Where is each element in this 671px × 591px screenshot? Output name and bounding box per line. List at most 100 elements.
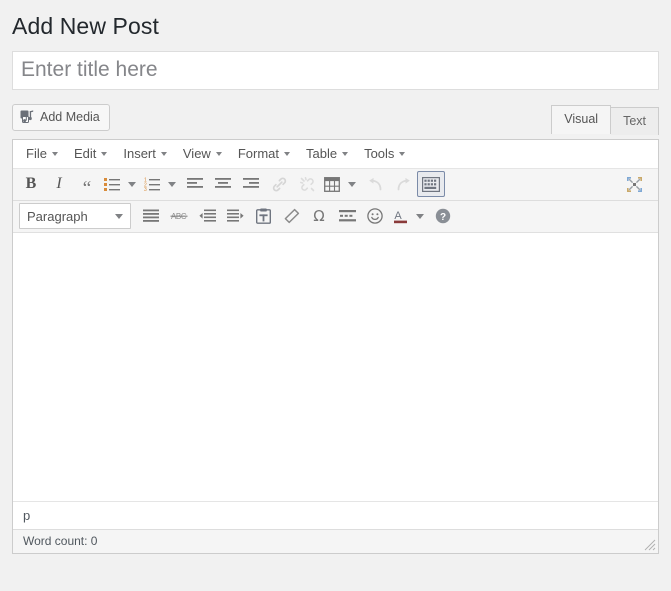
horizontal-rule-icon	[339, 209, 356, 223]
chevron-down-icon	[416, 214, 424, 219]
align-right-button[interactable]	[237, 171, 265, 197]
svg-text:?: ?	[440, 212, 446, 223]
text-color-dropdown[interactable]	[411, 203, 429, 229]
add-new-post-page: Add New Post Add Media	[0, 0, 671, 591]
horizontal-rule-button[interactable]	[333, 203, 361, 229]
text-color-icon: A	[393, 208, 408, 224]
chevron-down-icon	[101, 152, 107, 156]
chevron-down-icon	[348, 182, 356, 187]
blockquote-icon: “	[83, 183, 91, 194]
table-button[interactable]	[321, 171, 343, 197]
menu-insert[interactable]: Insert	[115, 144, 175, 163]
chevron-down-icon	[115, 214, 123, 219]
menu-insert-label: Insert	[123, 147, 156, 160]
italic-button[interactable]: I	[45, 171, 73, 197]
menu-edit[interactable]: Edit	[66, 144, 115, 163]
element-path-value[interactable]: p	[23, 508, 30, 523]
add-media-label: Add Media	[40, 111, 100, 124]
help-button[interactable]: ?	[429, 203, 457, 229]
fullscreen-button[interactable]	[620, 171, 648, 197]
tab-text-label: Text	[623, 114, 646, 128]
tab-text[interactable]: Text	[611, 107, 659, 135]
chevron-down-icon	[342, 152, 348, 156]
tab-visual[interactable]: Visual	[551, 105, 611, 134]
table-icon	[324, 177, 340, 192]
clear-formatting-icon	[283, 208, 300, 224]
link-icon	[271, 176, 288, 193]
justify-icon	[143, 209, 159, 223]
numbered-list-button[interactable]: 1 2 3	[141, 171, 163, 197]
bold-button[interactable]: B	[17, 171, 45, 197]
editor-status-bar: Word count: 0	[13, 529, 658, 553]
emoji-icon	[367, 208, 383, 224]
paste-as-text-icon	[256, 208, 271, 224]
help-icon: ?	[435, 208, 451, 224]
menu-table[interactable]: Table	[298, 144, 356, 163]
bullet-list-button[interactable]	[101, 171, 123, 197]
menu-tools-label: Tools	[364, 147, 394, 160]
editor-toolbar-row-1: B I “	[13, 169, 658, 201]
special-character-button[interactable]: Ω	[305, 203, 333, 229]
menu-view-label: View	[183, 147, 211, 160]
toolbar-toggle-button[interactable]	[417, 171, 445, 197]
align-center-button[interactable]	[209, 171, 237, 197]
align-center-icon	[215, 177, 231, 191]
indent-button[interactable]	[221, 203, 249, 229]
outdent-button[interactable]	[193, 203, 221, 229]
menu-view[interactable]: View	[175, 144, 230, 163]
tinymce-editor-container: File Edit Insert View Format	[12, 139, 659, 554]
bullet-list-dropdown[interactable]	[123, 171, 141, 197]
menu-format-label: Format	[238, 147, 279, 160]
menu-edit-label: Edit	[74, 147, 96, 160]
align-right-icon	[243, 177, 259, 191]
chevron-down-icon	[161, 152, 167, 156]
align-left-icon	[187, 177, 203, 191]
editor-top-bar: Add Media Visual Text	[12, 104, 659, 139]
numbered-list-dropdown[interactable]	[163, 171, 181, 197]
undo-button[interactable]	[361, 171, 389, 197]
bullet-list-icon	[104, 177, 120, 191]
clear-formatting-button[interactable]	[277, 203, 305, 229]
chevron-down-icon	[399, 152, 405, 156]
paragraph-format-label: Paragraph	[27, 209, 88, 224]
justify-button[interactable]	[137, 203, 165, 229]
svg-text:A: A	[394, 211, 402, 223]
table-dropdown[interactable]	[343, 171, 361, 197]
add-media-icon	[20, 110, 35, 125]
blockquote-button[interactable]: “	[73, 171, 101, 197]
word-count-label: Word count: 0	[23, 534, 97, 548]
editor-toolbar-row-2: Paragraph	[13, 201, 658, 233]
text-color-button[interactable]: A	[389, 203, 411, 229]
special-character-icon: Ω	[313, 209, 324, 224]
menu-table-label: Table	[306, 147, 337, 160]
strikethrough-button[interactable]: ABC	[165, 203, 193, 229]
menu-format[interactable]: Format	[230, 144, 298, 163]
remove-link-button[interactable]	[293, 171, 321, 197]
align-left-button[interactable]	[181, 171, 209, 197]
redo-button[interactable]	[389, 171, 417, 197]
insert-link-button[interactable]	[265, 171, 293, 197]
menu-file[interactable]: File	[18, 144, 66, 163]
editor-wrapper: Add Media Visual Text File Edit	[12, 104, 659, 554]
svg-text:3: 3	[144, 188, 147, 192]
paragraph-format-select[interactable]: Paragraph	[19, 203, 131, 229]
resize-grip-icon[interactable]	[641, 536, 657, 552]
emoji-button[interactable]	[361, 203, 389, 229]
chevron-down-icon	[168, 182, 176, 187]
menu-tools[interactable]: Tools	[356, 144, 413, 163]
chevron-down-icon	[52, 152, 58, 156]
chevron-down-icon	[216, 152, 222, 156]
menu-file-label: File	[26, 147, 47, 160]
editor-menubar: File Edit Insert View Format	[13, 140, 658, 169]
editor-mode-tabs: Visual Text	[551, 105, 659, 134]
redo-icon	[395, 177, 412, 192]
post-title-input[interactable]	[12, 51, 659, 90]
numbered-list-icon: 1 2 3	[144, 177, 160, 191]
add-media-button[interactable]: Add Media	[12, 104, 110, 131]
italic-icon: I	[56, 176, 61, 192]
unlink-icon	[299, 176, 316, 193]
page-title: Add New Post	[12, 0, 659, 51]
post-title-wrapper	[12, 51, 659, 90]
editor-content-area[interactable]	[13, 233, 658, 501]
paste-as-text-button[interactable]	[249, 203, 277, 229]
